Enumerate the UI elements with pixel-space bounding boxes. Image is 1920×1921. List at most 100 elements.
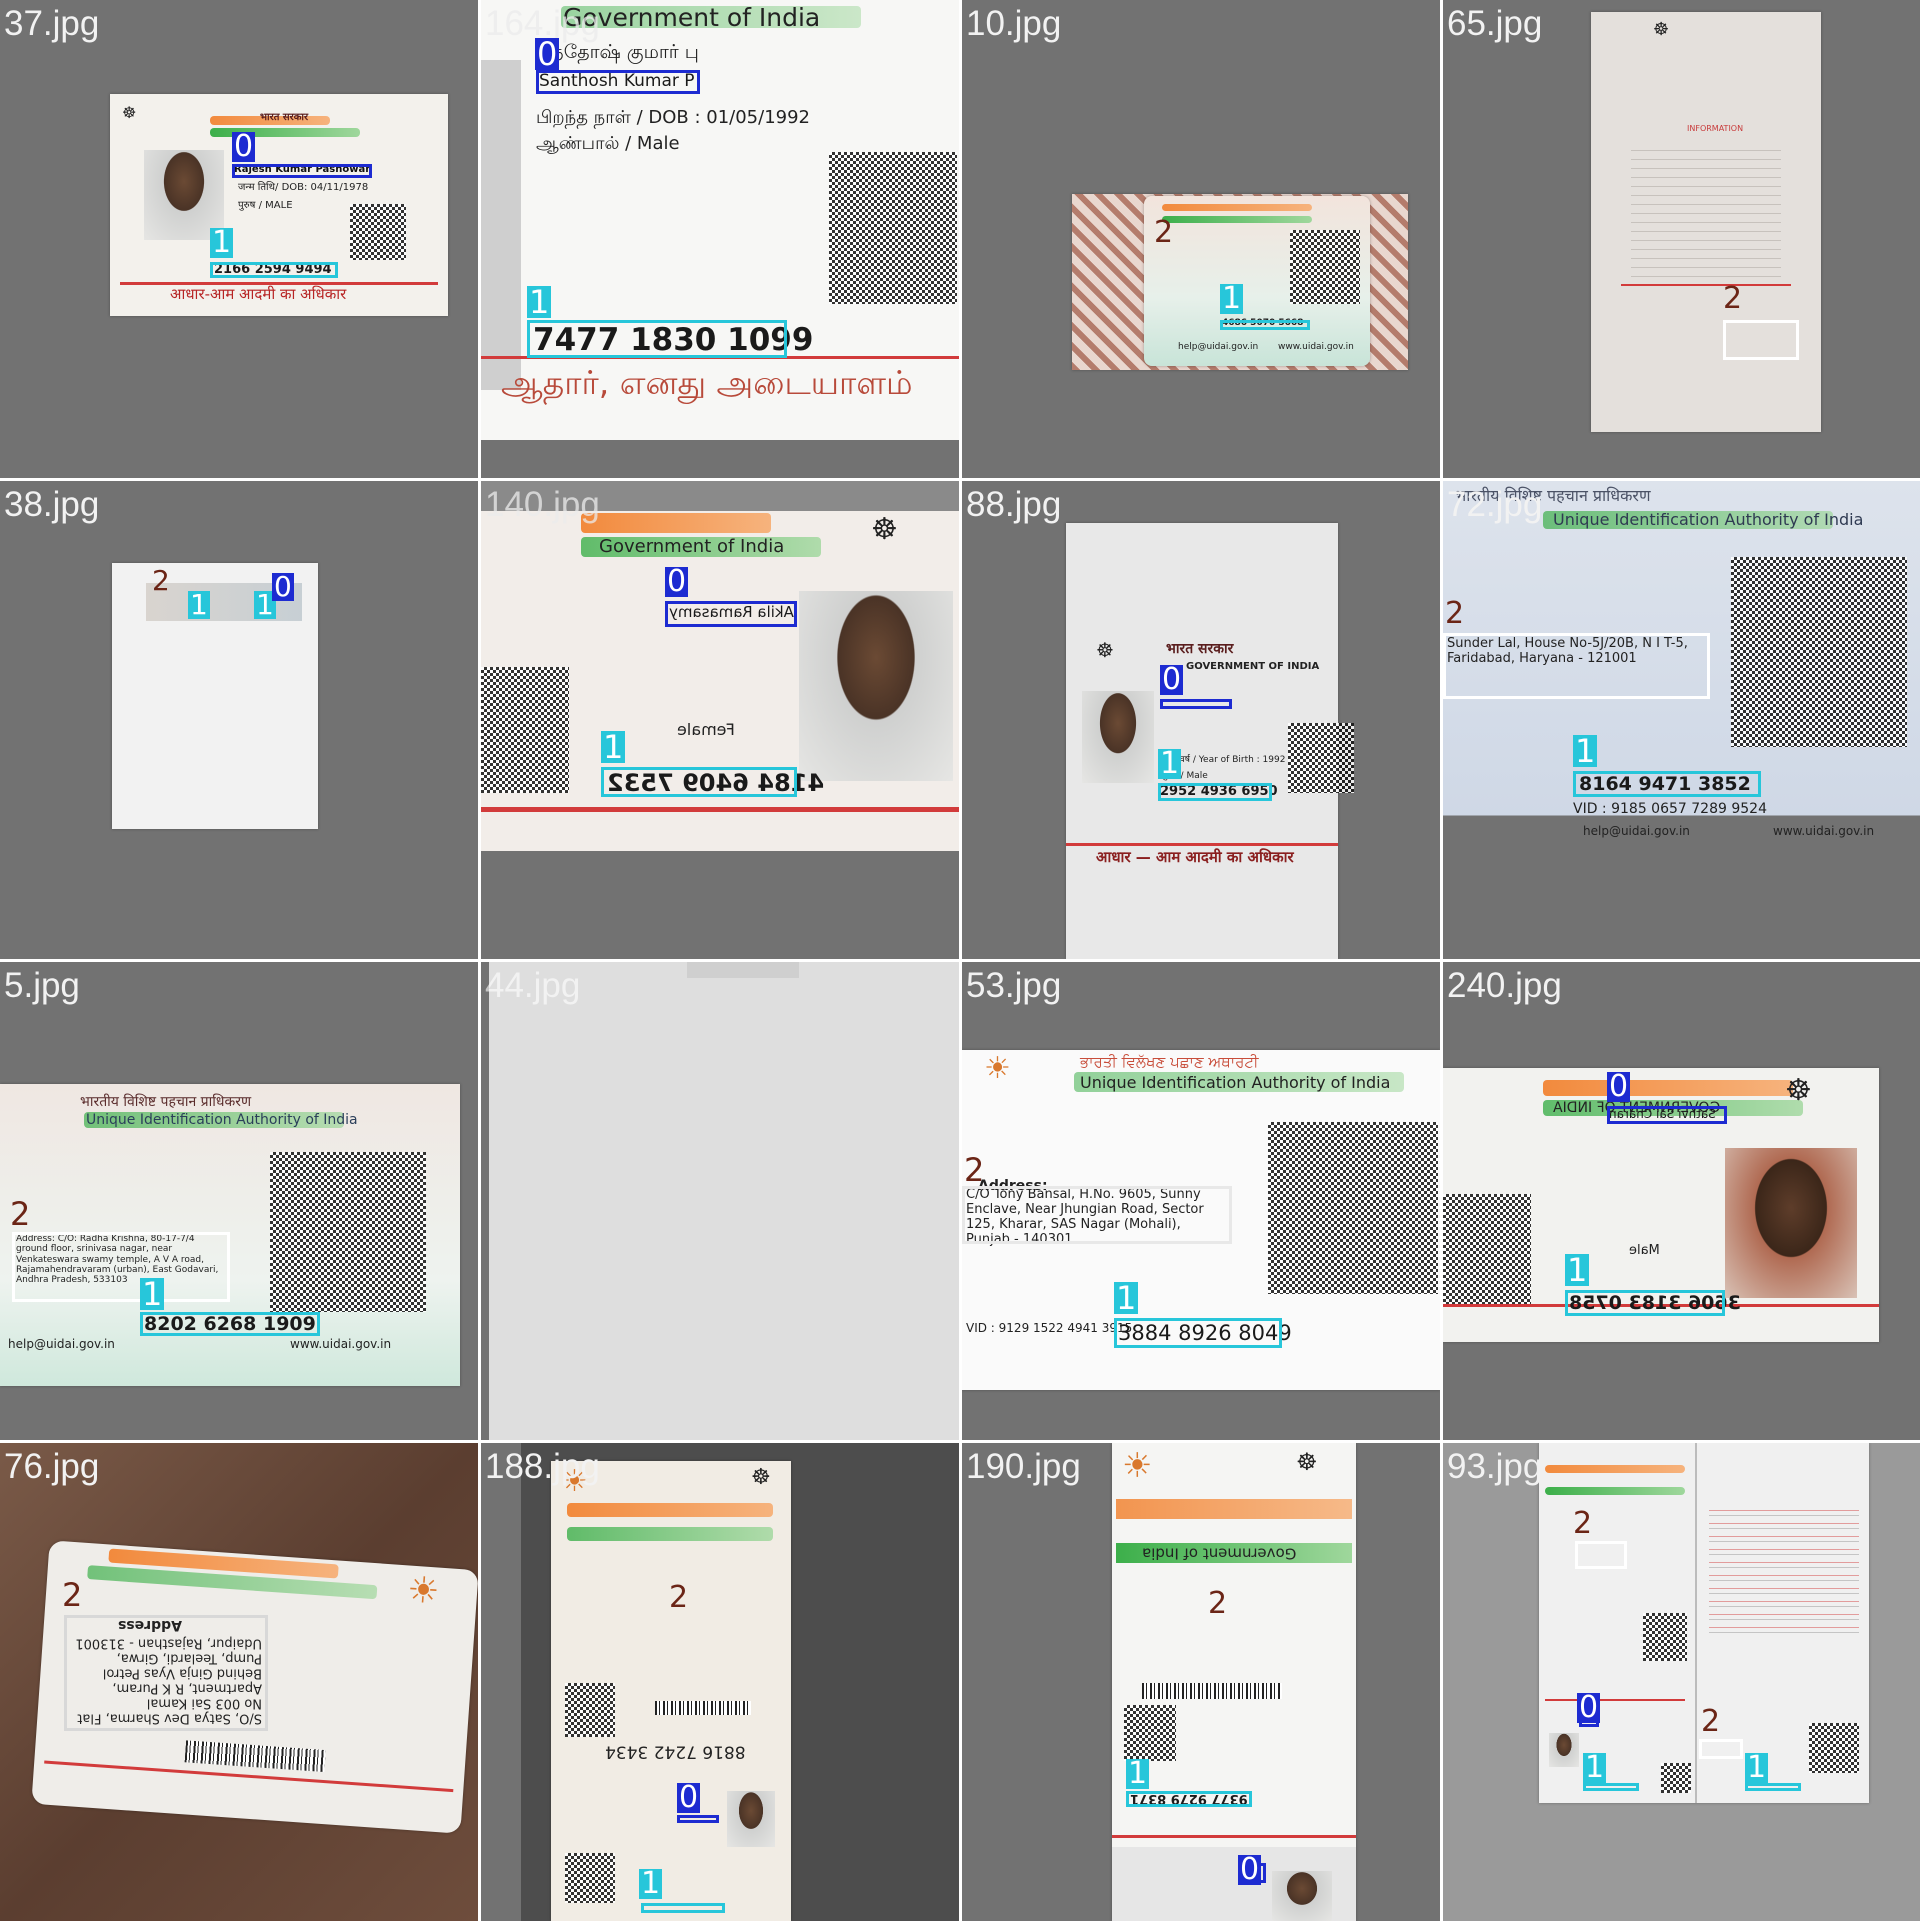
gender-text: Male: [1629, 1243, 1660, 1258]
gov-text: Government of India: [563, 3, 821, 32]
text-lines: [1631, 142, 1781, 282]
label-1: 1: [1583, 1750, 1607, 1785]
tile-filename: 53.jpg: [966, 966, 1062, 1005]
green-banner: [567, 1527, 773, 1541]
box-class-0: [677, 1815, 719, 1823]
gov-text: Government of India: [599, 536, 785, 557]
aadhaar-number-upper: 8816 7242 3434: [605, 1741, 746, 1762]
red-line: [1112, 1835, 1356, 1838]
box-class-2: [1443, 633, 1710, 699]
green-banner: [1162, 216, 1312, 223]
label-1: 1: [210, 225, 234, 260]
tile-filename: 10.jpg: [966, 4, 1062, 43]
tile-filename: 88.jpg: [966, 485, 1062, 524]
tile-72: 72.jpg भारतीय विशिष्ट पहचान प्राधिकरण Un…: [1443, 481, 1920, 959]
bottom-pad: [481, 851, 959, 959]
header-hindi: भारतीय विशिष्ट पहचान प्राधिकरण: [80, 1094, 252, 1110]
label-2: 2: [1154, 215, 1174, 250]
box-class-1: [1565, 1290, 1725, 1316]
photo: [727, 1791, 775, 1847]
box-class-2: [1723, 320, 1799, 360]
label-1: 1: [1573, 732, 1598, 770]
box-class-1: [641, 1903, 725, 1913]
photo: [1549, 1733, 1579, 1767]
tile-filename: 190.jpg: [966, 1447, 1081, 1486]
gov-text: भारत सरकार: [1166, 641, 1234, 657]
aadhaar-card: help@uidai.gov.in www.uidai.gov.in: [1144, 196, 1370, 366]
qr-code: [1124, 1705, 1176, 1761]
label-2: 2: [964, 1151, 985, 1189]
label-1: 1: [1565, 1251, 1590, 1289]
page-fragment: [687, 962, 799, 978]
label-1: 1: [1114, 1279, 1139, 1317]
orange-banner: [1116, 1499, 1352, 1519]
tile-filename: 240.jpg: [1447, 966, 1562, 1005]
orange-banner: [1543, 1080, 1793, 1096]
emblem-icon: ☸: [1785, 1073, 1812, 1108]
label-1: 1: [639, 1866, 663, 1901]
mosaic-grid: 37.jpg ☸ भारत सरकार जन्म तिथि/ DOB: 04/1…: [0, 0, 1920, 1921]
tile-53: 53.jpg ☀ ਭਾਰਤੀ ਵਿਲੱਖਣ ਪਛਾਣ ਅਥਾਰਟੀ Unique…: [962, 962, 1440, 1440]
tile-filename: 93.jpg: [1447, 1447, 1543, 1486]
qr-code: [829, 152, 957, 304]
aadhaar-card: ☸ भारत सरकार जन्म तिथि/ DOB: 04/11/1978 …: [110, 94, 448, 316]
qr-code: [565, 1683, 615, 1737]
info-heading: INFORMATION: [1687, 124, 1744, 133]
green-banner: [1545, 1487, 1685, 1495]
label-1: 1: [140, 1275, 165, 1313]
tile-38: 38.jpg 2 1 1 0: [0, 481, 478, 959]
email-text: help@uidai.gov.in: [1178, 342, 1259, 352]
fold-line: [1695, 1443, 1697, 1803]
tile-190: 190.jpg ☀ ☸ Government of India 2 9377 9…: [962, 1443, 1440, 1921]
label-1: 1: [527, 283, 552, 321]
label-1: 1: [1220, 281, 1244, 316]
label-2: 2: [1723, 281, 1743, 316]
scan-page: ☸ भारत सरकार GOVERNMENT OF INDIA जन्म वर…: [1066, 523, 1354, 959]
box-class-1: [601, 767, 797, 797]
emblem-icon: ☸: [1296, 1448, 1318, 1476]
gov-text: Government of India: [1142, 1544, 1297, 1563]
orange-banner: [581, 513, 771, 533]
box-class-0: [1160, 699, 1232, 709]
label-1b: 1: [1745, 1750, 1769, 1785]
gov-text-en: GOVERNMENT OF INDIA: [1186, 661, 1320, 672]
tile-188: 188.jpg ☀ ☸ 8816 7242 3434 2 0 1: [481, 1443, 959, 1921]
label-0: 0: [677, 1780, 701, 1815]
box-class-2: [1575, 1541, 1627, 1569]
tile-164: 164.jpg Government of India சந்தோஷ் குமா…: [481, 0, 959, 478]
qr-code: [1443, 1194, 1531, 1304]
label-0: 0: [1577, 1690, 1601, 1725]
barcode: [184, 1740, 326, 1773]
orange-banner: [1162, 204, 1312, 211]
footer-text: ஆதார், எனது அடையாளம்: [501, 363, 913, 402]
barcode: [1142, 1683, 1282, 1699]
qr-code: [350, 204, 406, 260]
dob-text: जन्म तिथि/ DOB: 04/11/1978: [238, 182, 369, 193]
label-2: 2: [669, 1580, 689, 1615]
qr-code: [1643, 1613, 1687, 1661]
email-text: help@uidai.gov.in: [1583, 824, 1690, 838]
box-class-1: [1126, 1791, 1252, 1807]
emblem-icon: ☸: [122, 103, 137, 122]
qr-code: [270, 1152, 426, 1312]
orange-banner: [567, 1503, 773, 1517]
bottom-pad: [481, 440, 959, 478]
emblem-icon: ☸: [1096, 638, 1114, 662]
emblem-icon: ☸: [751, 1465, 771, 1490]
tile-65: 65.jpg ☸ INFORMATION 2: [1443, 0, 1920, 478]
tile-240: 240.jpg GOVERNMENT OF INDIA ☸ Male Sathv…: [1443, 962, 1920, 1440]
label-2: 2: [1208, 1586, 1228, 1621]
qr-code: [481, 667, 569, 793]
label-0: 0: [535, 35, 560, 73]
web-text: www.uidai.gov.in: [1278, 342, 1354, 352]
label-0: 0: [1160, 662, 1184, 697]
gender-text: ஆண்பால் / Male: [536, 133, 680, 154]
box-class-1: [527, 320, 787, 358]
label-1: 1: [601, 728, 626, 766]
box-class-1: [1114, 1318, 1282, 1348]
tile-filename: 38.jpg: [4, 485, 100, 524]
aadhaar-logo-icon: ☀: [984, 1051, 1011, 1086]
tile-filename: 72.jpg: [1447, 485, 1543, 524]
box-class-1: [210, 262, 338, 278]
left-pad: [481, 962, 489, 1440]
